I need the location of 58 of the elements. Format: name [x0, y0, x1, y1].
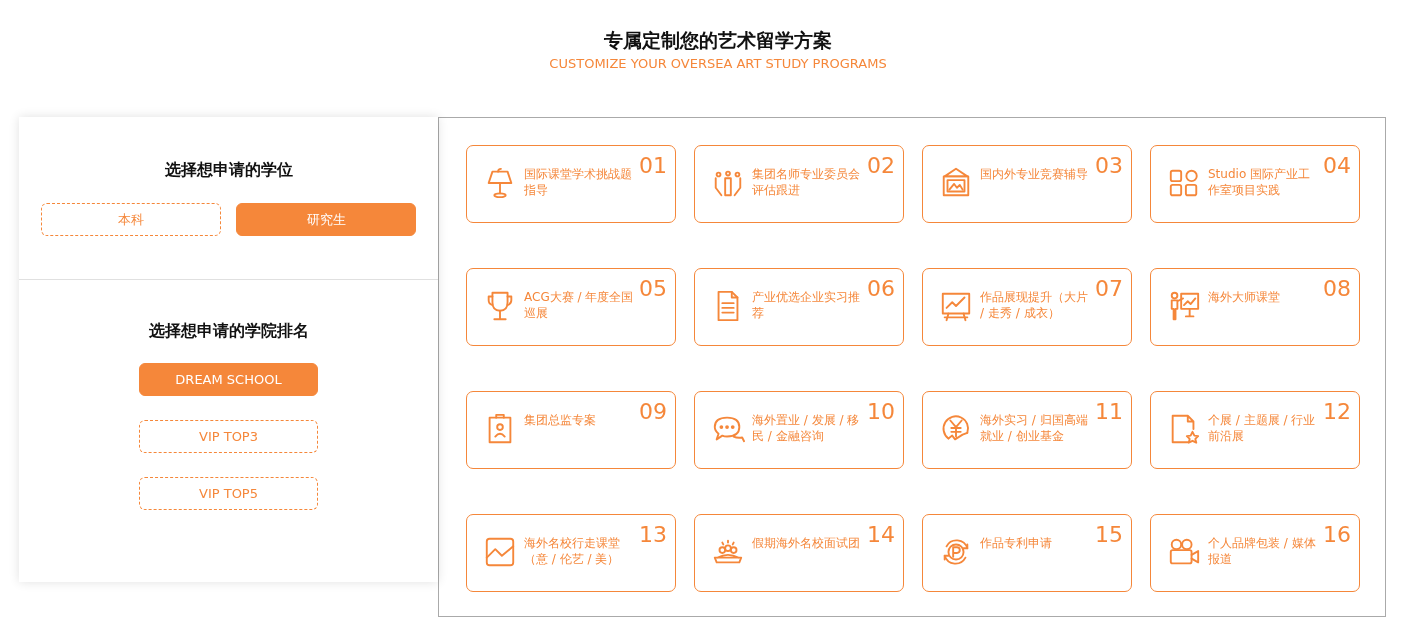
service-card[interactable]: ACG大赛 / 年度全国巡展 05 — [466, 268, 676, 346]
service-text: 海外大师课堂 — [1208, 289, 1281, 305]
service-number: 02 — [867, 153, 895, 179]
service-text: 海外名校行走课堂（意 / 伦艺 / 美） — [524, 535, 621, 567]
service-number: 07 — [1095, 276, 1123, 302]
service-card[interactable]: 集团名师专业委员会评估跟进 02 — [694, 145, 904, 223]
service-card[interactable]: Studio 国际产业工作室项目实践 04 — [1150, 145, 1360, 223]
service-text: 海外置业 / 发展 / 移民 / 金融咨询 — [752, 412, 861, 444]
option-button[interactable]: 研究生 — [236, 203, 416, 236]
service-text: 国内外专业竞赛辅导 — [980, 166, 1089, 182]
service-text: 作品展现提升（大片 / 走秀 / 成衣） — [980, 289, 1089, 321]
service-text: 集团总监专案 — [524, 412, 597, 428]
line-chart-icon — [483, 535, 517, 569]
service-number: 11 — [1095, 399, 1123, 425]
service-card[interactable]: 作品专利申请 15 — [922, 514, 1132, 592]
service-number: 14 — [867, 522, 895, 548]
service-number: 01 — [639, 153, 667, 179]
section-heading: 选择想申请的学院排名 — [148, 321, 309, 341]
service-card[interactable]: 假期海外名校面试团 14 — [694, 514, 904, 592]
service-number: 04 — [1323, 153, 1351, 179]
service-number: 09 — [639, 399, 667, 425]
service-card[interactable]: 集团总监专案 09 — [466, 391, 676, 469]
service-card[interactable]: 产业优选企业实习推荐 06 — [694, 268, 904, 346]
service-text: 个展 / 主题展 / 行业前沿展 — [1208, 412, 1317, 444]
service-card[interactable]: 海外实习 / 归国高端就业 / 创业基金 11 — [922, 391, 1132, 469]
option-button[interactable]: VIP TOP3 — [139, 420, 318, 453]
service-number: 12 — [1323, 399, 1351, 425]
option-button[interactable]: VIP TOP5 — [139, 477, 318, 510]
page-subtitle: CUSTOMIZE YOUR OVERSEA ART STUDY PROGRAMS — [549, 55, 887, 73]
option-button[interactable]: DREAM SCHOOL — [139, 363, 318, 396]
section-heading: 选择想申请的学位 — [164, 160, 293, 180]
service-text: 产业优选企业实习推荐 — [752, 289, 861, 321]
service-card[interactable]: 个人品牌包装 / 媒体报道 16 — [1150, 514, 1360, 592]
service-number: 08 — [1323, 276, 1351, 302]
service-text: 个人品牌包装 / 媒体报道 — [1208, 535, 1317, 567]
service-number: 10 — [867, 399, 895, 425]
service-number: 05 — [639, 276, 667, 302]
service-number: 06 — [867, 276, 895, 302]
service-card[interactable]: 海外置业 / 发展 / 移民 / 金融咨询 10 — [694, 391, 904, 469]
service-text: 海外实习 / 归国高端就业 / 创业基金 — [980, 412, 1089, 444]
service-text: 集团名师专业委员会评估跟进 — [752, 166, 861, 198]
service-text: 国际课堂学术挑战题指导 — [524, 166, 633, 198]
service-text: 假期海外名校面试团 — [752, 535, 861, 551]
service-card[interactable]: 国际课堂学术挑战题指导 01 — [466, 145, 676, 223]
option-button[interactable]: 本科 — [41, 203, 221, 236]
service-text: Studio 国际产业工作室项目实践 — [1208, 166, 1312, 198]
page-title: 专属定制您的艺术留学方案 — [604, 28, 832, 52]
service-number: 03 — [1095, 153, 1123, 179]
service-text: 作品专利申请 — [980, 535, 1053, 551]
service-card[interactable]: 作品展现提升（大片 / 走秀 / 成衣） 07 — [922, 268, 1132, 346]
service-text: ACG大赛 / 年度全国巡展 — [524, 289, 635, 321]
service-card[interactable]: 海外名校行走课堂（意 / 伦艺 / 美） 13 — [466, 514, 676, 592]
service-card[interactable]: 国内外专业竞赛辅导 03 — [922, 145, 1132, 223]
service-number: 15 — [1095, 522, 1123, 548]
service-card[interactable]: 海外大师课堂 08 — [1150, 268, 1360, 346]
service-card[interactable]: 个展 / 主题展 / 行业前沿展 12 — [1150, 391, 1360, 469]
service-number: 16 — [1323, 522, 1351, 548]
service-number: 13 — [639, 522, 667, 548]
